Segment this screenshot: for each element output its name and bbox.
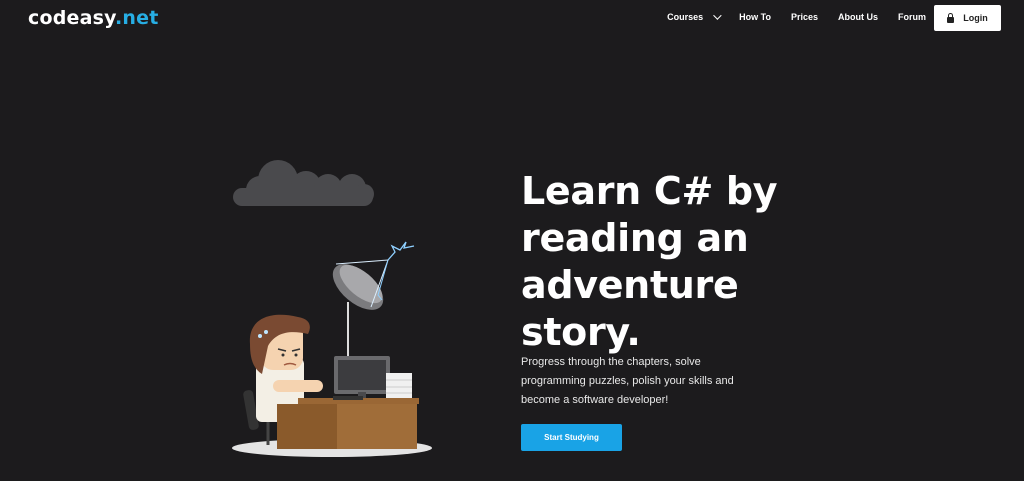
satellite-dish-icon (332, 241, 415, 360)
desk-icon (277, 396, 419, 449)
nav-item-label: How To (739, 12, 771, 22)
headline-line: reading an (521, 216, 749, 260)
cloud-icon (233, 160, 374, 206)
logo-text: codeasy (28, 7, 115, 29)
main-nav: Courses How To Prices About Us Forum (667, 11, 926, 22)
cta-label: Start Studying (544, 433, 599, 442)
headline-line: story. (521, 310, 641, 354)
nav-item-about-us[interactable]: About Us (838, 12, 878, 22)
nav-item-courses[interactable]: Courses (667, 11, 722, 22)
chevron-down-icon (713, 11, 722, 20)
nav-item-label: About Us (838, 12, 878, 22)
nav-item-prices[interactable]: Prices (791, 12, 818, 22)
nav-item-forum[interactable]: Forum (898, 12, 926, 22)
headline-line: adventure (521, 263, 739, 307)
hero-illustration (232, 160, 432, 457)
nav-item-how-to[interactable]: How To (739, 12, 771, 22)
login-label: Login (963, 13, 988, 23)
nav-item-label: Prices (790, 12, 818, 22)
site-logo[interactable]: codeasy.net (28, 7, 159, 29)
start-studying-button[interactable]: Start Studying (521, 424, 622, 451)
headline-line: Learn C# by (521, 169, 778, 213)
paper-stack-icon (386, 373, 412, 399)
hero-subtitle: Progress through the chapters, solve pro… (521, 356, 734, 406)
logo-suffix: .net (114, 7, 159, 29)
nav-item-label: Forum (898, 12, 926, 22)
lock-icon (947, 12, 955, 23)
login-button[interactable]: Login (934, 5, 1001, 31)
monitor-icon (334, 356, 390, 402)
nav-item-label: Courses (667, 12, 704, 22)
hero-headline: Learn C# by reading an adventure story. (521, 168, 821, 356)
